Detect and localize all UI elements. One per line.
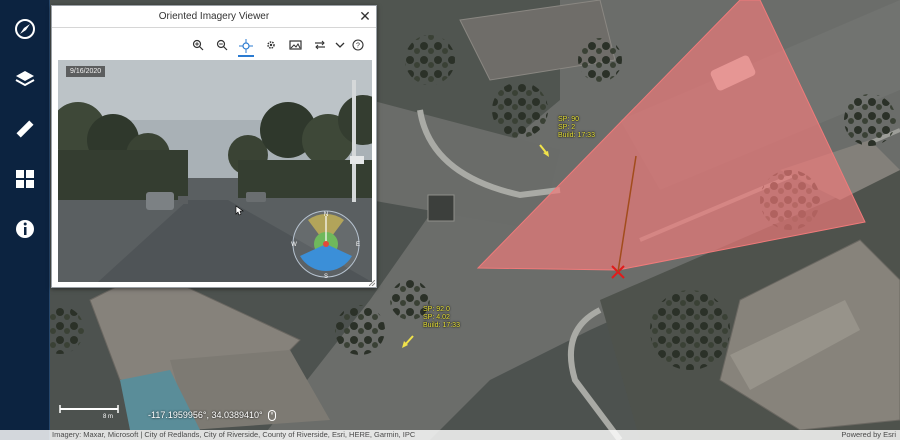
compass-east-label: E	[356, 242, 360, 248]
scale-bar: 8 m	[58, 403, 120, 420]
zoom-in-icon[interactable]	[190, 37, 206, 53]
compass-south-label: S	[324, 274, 328, 280]
compass-west-label: W	[291, 242, 297, 248]
side-navigation-rail	[0, 0, 50, 440]
ruler-icon[interactable]	[4, 110, 45, 148]
coordinates-text: -117.1959956°, 34.0389410°	[148, 410, 263, 420]
map-attribution: Imagery: Maxar, Microsoft | City of Redl…	[0, 430, 900, 440]
photo-date-badge: 9/16/2020	[66, 66, 106, 77]
viewer-toolbar: ?	[52, 28, 376, 60]
viewer-title: Oriented Imagery Viewer	[52, 6, 376, 28]
zoom-out-icon[interactable]	[214, 37, 230, 53]
scale-label: 8 m	[103, 414, 113, 419]
camera-point-label-1: SP: 90 SP: 2 Build: 17:33	[558, 116, 595, 139]
image-gallery-icon[interactable]	[287, 37, 303, 53]
help-icon[interactable]: ?	[350, 37, 366, 53]
grid-icon[interactable]	[4, 160, 45, 198]
powered-by-esri-link[interactable]: Powered by Esri	[841, 430, 896, 440]
settings-icon[interactable]	[263, 37, 279, 53]
crosshair-icon[interactable]	[238, 37, 254, 57]
chevron-down-icon[interactable]	[332, 37, 348, 53]
compass-icon[interactable]	[4, 10, 45, 48]
street-level-photo[interactable]: 9/16/2020 N E S W	[58, 60, 372, 282]
resize-handle-icon[interactable]	[369, 280, 375, 286]
oriented-imagery-viewer-panel: Oriented Imagery Viewer ✕ ? 9/16/2020 N …	[51, 5, 377, 288]
orientation-compass[interactable]: N E S W	[290, 208, 362, 280]
coordinate-readout: -117.1959956°, 34.0389410°	[148, 408, 276, 422]
info-icon[interactable]	[4, 210, 45, 248]
svg-text:?: ?	[356, 43, 360, 50]
camera-point-label-2: SP: 92.0 SP: 4.02 Build: 17:33	[423, 306, 460, 329]
attribution-sources: Imagery: Maxar, Microsoft | City of Redl…	[52, 430, 416, 439]
swap-icon[interactable]	[312, 37, 328, 53]
close-icon[interactable]: ✕	[358, 9, 372, 23]
layers-icon[interactable]	[4, 60, 45, 98]
mouse-icon	[267, 409, 276, 421]
compass-north-label: N	[324, 212, 328, 218]
